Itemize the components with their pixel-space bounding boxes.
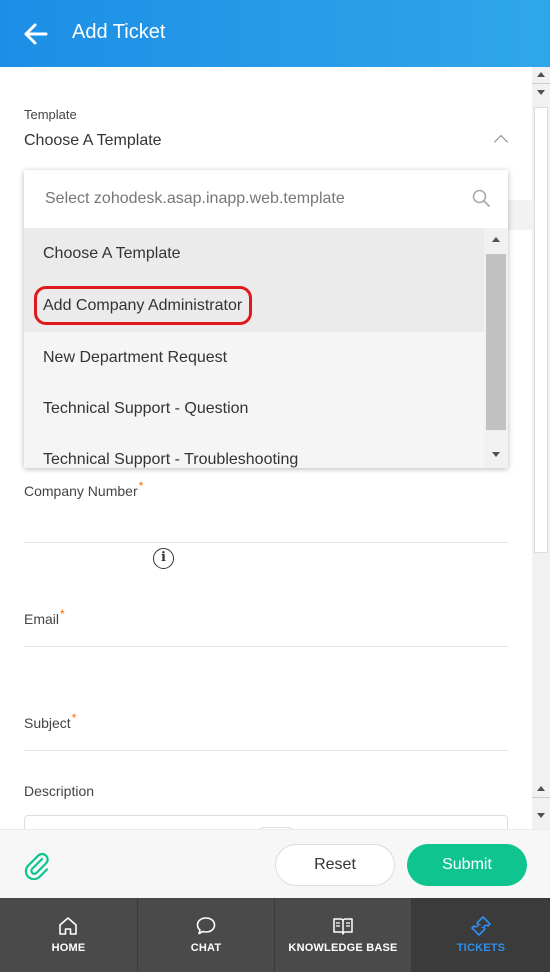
subject-field[interactable]: [24, 750, 508, 751]
nav-tickets[interactable]: TICKETS: [412, 898, 550, 972]
book-icon: [333, 918, 353, 935]
template-select[interactable]: Choose A Template: [24, 132, 162, 150]
subject-label: Subject*: [24, 711, 76, 731]
template-option[interactable]: Choose A Template: [24, 228, 484, 280]
scroll-up-arrow[interactable]: [532, 781, 550, 797]
nav-label: TICKETS: [456, 942, 506, 954]
info-icon[interactable]: i: [153, 548, 174, 569]
paperclip-icon: [24, 852, 49, 881]
template-options-list: Choose A Template Add Company Administra…: [24, 228, 484, 468]
description-label: Description: [24, 783, 95, 799]
subject-label-text: Subject: [24, 715, 71, 731]
company-number-label-text: Company Number: [24, 483, 138, 499]
template-option[interactable]: New Department Request: [24, 332, 484, 384]
scrollbar-separator: [532, 797, 550, 798]
company-number-label: Company Number*: [24, 479, 143, 499]
nav-label: CHAT: [190, 942, 222, 954]
company-number-field[interactable]: [24, 542, 508, 543]
scroll-down-arrow[interactable]: [532, 84, 550, 100]
nav-home[interactable]: HOME: [0, 898, 137, 972]
scrollbar-thumb[interactable]: [486, 254, 506, 430]
template-option[interactable]: Technical Support - Troubleshooting: [24, 434, 484, 468]
app-header: Add Ticket: [0, 0, 550, 67]
scroll-down-arrow[interactable]: [532, 807, 550, 823]
scroll-up-arrow[interactable]: [532, 67, 550, 83]
template-search-input[interactable]: Select zohodesk.asap.inapp.web.template: [45, 190, 345, 208]
nav-knowledge-base[interactable]: KNOWLEDGE BASE: [275, 898, 411, 972]
email-label-text: Email: [24, 611, 60, 627]
highlight-annotation: [34, 286, 252, 325]
required-mark: *: [71, 711, 77, 725]
template-option[interactable]: Technical Support - Question: [24, 383, 484, 435]
scrollbar-track: [534, 107, 548, 553]
scroll-down-arrow[interactable]: [484, 446, 508, 462]
ticket-icon: [471, 916, 491, 936]
arrow-left-icon: [24, 23, 48, 45]
submit-button[interactable]: Submit: [407, 844, 527, 886]
nav-label: KNOWLEDGE BASE: [288, 942, 398, 954]
reset-button[interactable]: Reset: [275, 844, 395, 886]
required-mark: *: [60, 607, 65, 621]
form-footer: Reset Submit: [0, 829, 550, 898]
template-label: Template: [24, 107, 77, 122]
email-label: Email*: [24, 607, 65, 627]
page-scrollbar[interactable]: [532, 67, 550, 829]
back-button[interactable]: [20, 19, 50, 49]
nav-chat[interactable]: CHAT: [138, 898, 274, 972]
home-icon: [59, 917, 77, 935]
search-icon[interactable]: [472, 189, 490, 207]
scroll-up-arrow[interactable]: [484, 232, 508, 248]
nav-label: HOME: [51, 942, 86, 954]
chevron-up-icon[interactable]: [493, 134, 509, 150]
template-search[interactable]: Select zohodesk.asap.inapp.web.template: [24, 170, 508, 228]
required-mark: *: [138, 479, 144, 493]
page-title: Add Ticket: [72, 21, 166, 43]
email-field[interactable]: [24, 646, 508, 647]
bottom-nav: HOME CHAT KNOWLEDGE BASE TICKETS: [0, 898, 550, 972]
dropdown-scrollbar[interactable]: [484, 228, 508, 468]
template-dropdown: Select zohodesk.asap.inapp.web.template …: [24, 170, 508, 468]
chat-icon: [196, 917, 216, 935]
attach-button[interactable]: [22, 850, 50, 881]
